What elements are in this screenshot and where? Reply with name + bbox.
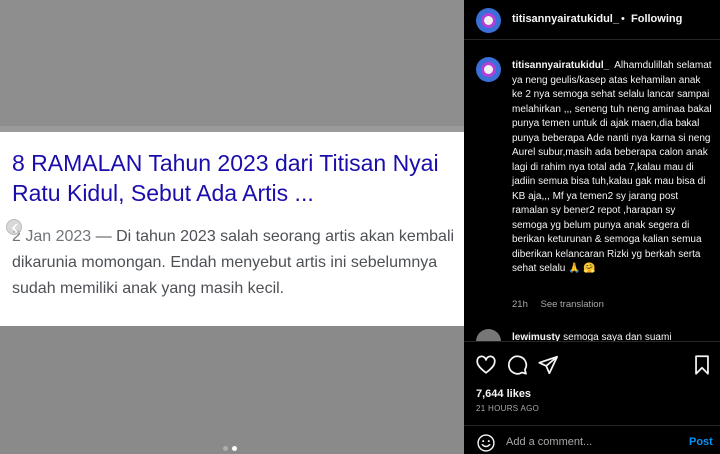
post-comment-button[interactable]: Post [689,436,713,448]
comment-text: semoga saya dan suami [563,332,672,341]
avatar[interactable] [476,57,501,82]
caption-comment: titisannyairatukidul_ Alhamdulillah sela… [512,59,712,277]
avatar[interactable] [476,8,501,33]
share-icon[interactable] [537,354,559,376]
chevron-left-icon [12,223,18,233]
carousel-dot-active [232,446,237,451]
header-username[interactable]: titisannyairatukidul_ [512,13,619,25]
result-date: 2 Jan 2023 [12,228,92,245]
heart-icon[interactable] [475,354,497,376]
comment-item: lewimusty semoga saya dan suami [512,332,712,341]
comment-username[interactable]: lewimusty [512,332,560,341]
post-media[interactable]: 8 RAMALAN Tahun 2023 dari Titisan Nyai R… [0,0,464,454]
emoji-icon[interactable] [476,433,496,453]
comment-age: 21h [512,299,528,310]
search-result-card: 8 RAMALAN Tahun 2023 dari Titisan Nyai R… [0,132,464,326]
carousel-dot [223,446,228,451]
media-top-area [0,0,464,131]
comment-username[interactable]: titisannyairatukidul_ [512,60,609,71]
result-headline: 8 RAMALAN Tahun 2023 dari Titisan Nyai R… [12,150,439,206]
media-bottom-area [0,326,464,454]
bookmark-icon[interactable] [691,354,713,376]
action-bar: 7,644 likes 21 HOURS AGO [464,341,720,425]
post-timestamp[interactable]: 21 HOURS AGO [476,404,539,413]
comment-text: Alhamdulillah selamat ya neng geulis/kas… [512,60,712,274]
following-button[interactable]: Following [631,13,682,25]
comment-icon[interactable] [506,354,528,376]
post-header: titisannyairatukidul_ • Following [464,0,720,40]
post-sidebar: titisannyairatukidul_ • Following titisa… [464,0,720,454]
comment-meta: 21h See translation [512,299,614,310]
comment-input[interactable] [506,433,676,451]
likes-count[interactable]: 7,644 likes [476,388,531,400]
avatar[interactable] [476,329,501,341]
comments-list[interactable]: titisannyairatukidul_ Alhamdulillah sela… [464,41,720,341]
result-snippet: 2 Jan 2023 — Di tahun 2023 salah seorang… [12,224,456,302]
add-comment-bar: Post [464,425,720,454]
header-separator: • [621,13,625,25]
carousel-prev-button[interactable] [6,219,22,235]
see-translation-link[interactable]: See translation [541,299,604,310]
carousel-dots [223,446,237,451]
